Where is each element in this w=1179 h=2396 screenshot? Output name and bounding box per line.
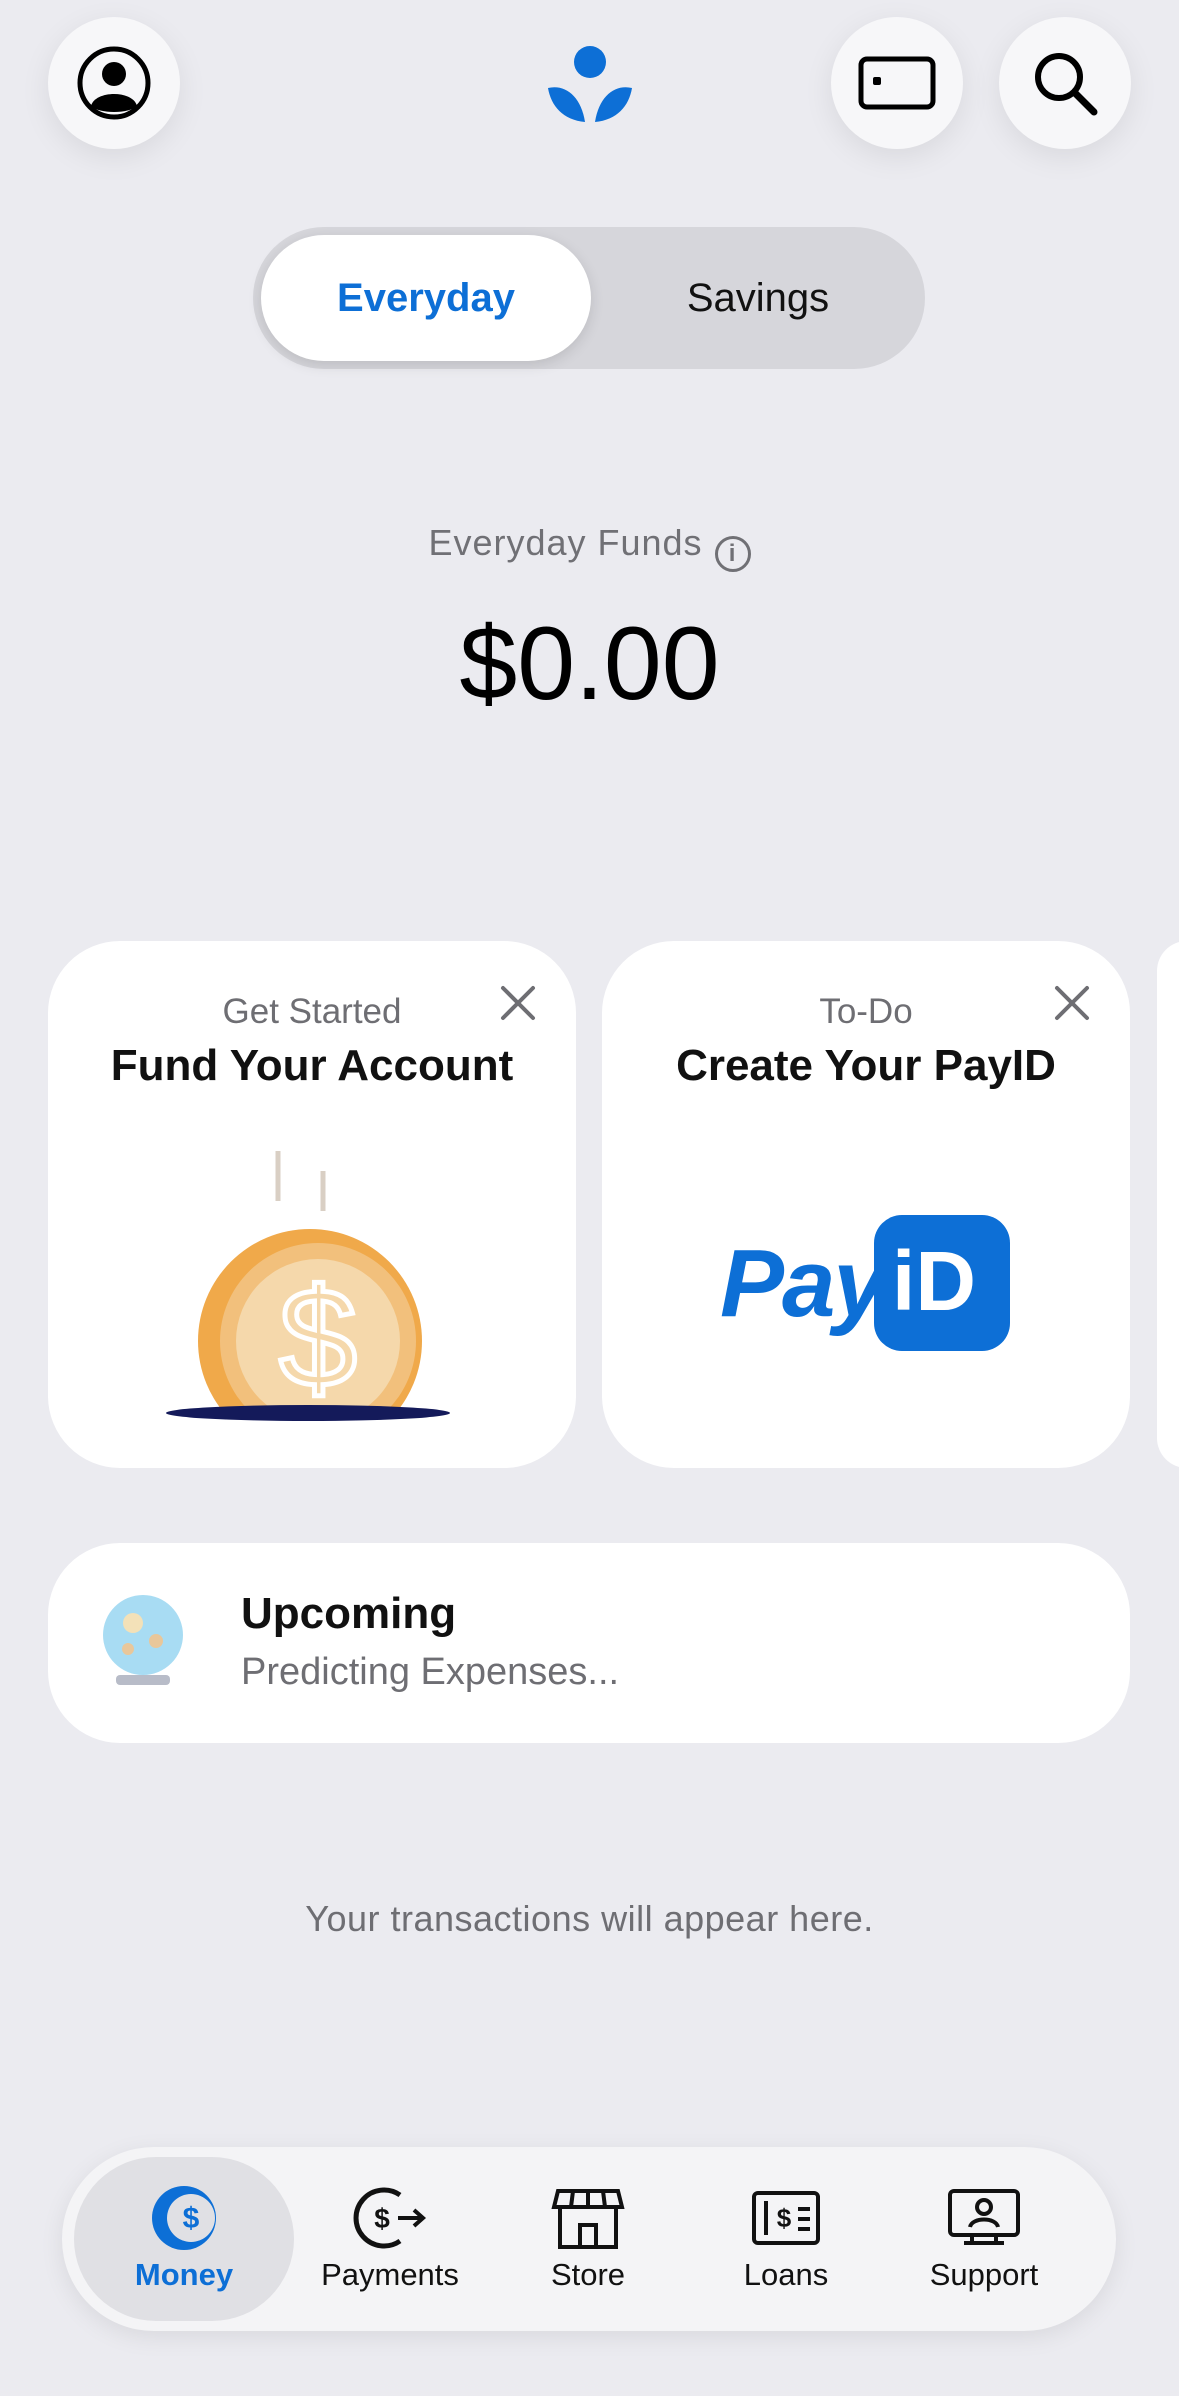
- crystal-ball-icon: [103, 1595, 183, 1685]
- upcoming-card[interactable]: Upcoming Predicting Expenses...: [48, 1543, 1130, 1743]
- payid-badge: iD: [874, 1215, 1010, 1351]
- info-icon[interactable]: i: [714, 536, 751, 572]
- tab-loans[interactable]: $ Loans: [688, 2157, 884, 2321]
- bank-logo-icon: [548, 46, 632, 122]
- upcoming-title: Upcoming: [241, 1589, 457, 1638]
- upcoming-subtitle: Predicting Expenses...: [241, 1651, 620, 1693]
- bottom-tab-bar: $ Money $ Payments Store $ Loans Support: [62, 2147, 1116, 2331]
- payid-badge-text: iD: [892, 1234, 976, 1328]
- payid-logo-text: Pay: [720, 1230, 887, 1337]
- tab-everyday[interactable]: Everyday: [261, 235, 591, 361]
- dollar-circle-icon: $: [152, 2186, 216, 2250]
- support-desk-icon: [948, 2189, 1020, 2245]
- next-card-peek[interactable]: [1157, 941, 1179, 1468]
- card-button[interactable]: [831, 17, 963, 149]
- tab-money[interactable]: $ Money: [74, 2157, 294, 2321]
- search-icon: [1035, 53, 1098, 116]
- coin-dollar-icon: $: [158, 1151, 458, 1441]
- close-icon[interactable]: [1052, 983, 1092, 1023]
- svg-text:$: $: [183, 2202, 200, 2235]
- profile-button[interactable]: [48, 17, 180, 149]
- transactions-empty-state: Your transactions will appear here.: [305, 1898, 874, 1939]
- bill-icon: $: [752, 2191, 820, 2245]
- tab-savings[interactable]: Savings: [591, 235, 925, 361]
- fund-account-card[interactable]: Get Started Fund Your Account $: [48, 941, 576, 1468]
- tab-label: Payments: [321, 2257, 459, 2292]
- card-title: Fund Your Account: [110, 1041, 514, 1090]
- funds-label-row: Everyday Funds i: [0, 522, 1179, 572]
- balance-amount: $0.00: [459, 606, 720, 722]
- tab-label: Loans: [743, 2257, 829, 2292]
- tab-store[interactable]: Store: [490, 2157, 686, 2321]
- account-segmented-control: Everyday Savings: [253, 227, 925, 369]
- tab-label: Money: [134, 2257, 234, 2292]
- svg-text:$: $: [777, 2203, 792, 2233]
- create-payid-card[interactable]: To-Do Create Your PayID Pay iD: [602, 941, 1130, 1468]
- tab-support[interactable]: Support: [886, 2157, 1082, 2321]
- person-circle-icon: [77, 46, 151, 120]
- tab-label: Store: [550, 2257, 626, 2292]
- dollar-arrow-icon: $: [353, 2187, 427, 2249]
- svg-text:$: $: [279, 1259, 357, 1416]
- tab-label: Support: [929, 2257, 1039, 2292]
- card-kicker: Get Started: [222, 992, 402, 1031]
- close-icon[interactable]: [498, 983, 538, 1023]
- payid-logo: Pay iD: [720, 1211, 1020, 1351]
- storefront-icon: [551, 2189, 625, 2249]
- card-icon: [858, 56, 936, 110]
- tab-payments[interactable]: $ Payments: [292, 2157, 488, 2321]
- funds-label: Everyday Funds: [428, 522, 703, 563]
- card-title: Create Your PayID: [676, 1041, 1056, 1090]
- search-button[interactable]: [999, 17, 1131, 149]
- card-kicker: To-Do: [819, 992, 913, 1031]
- svg-text:$: $: [374, 2203, 390, 2234]
